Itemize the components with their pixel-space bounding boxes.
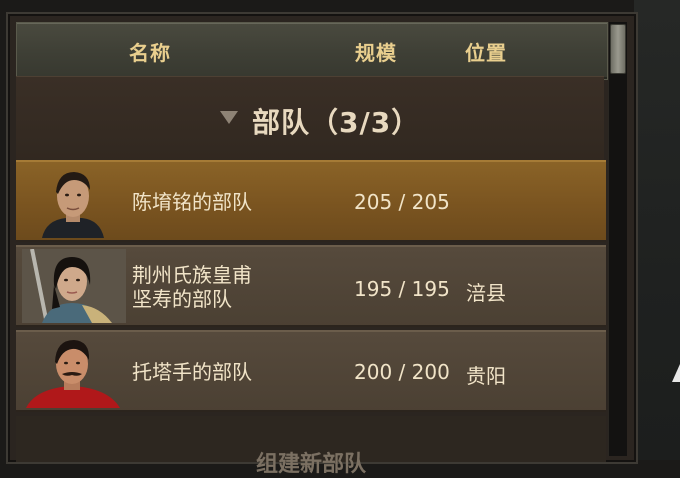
party-location: 贵阳 [466, 364, 506, 388]
column-header-size[interactable]: 规模 [355, 37, 397, 66]
party-row[interactable]: 陈堉铭的部队 205 / 205 [16, 160, 606, 242]
party-size: 205 / 205 [354, 190, 450, 214]
group-title: 部队（3/3） [252, 106, 421, 139]
background-right [634, 0, 680, 460]
party-name: 托塔手的部队 [132, 360, 252, 384]
portrait-woman-with-sword-icon [22, 249, 126, 323]
mouse-cursor-icon [672, 364, 680, 382]
column-header-bar: 名称 规模 位置 [16, 22, 608, 80]
party-group-header[interactable]: 部队（3/3） [16, 76, 604, 161]
party-size: 195 / 195 [354, 277, 450, 301]
party-location: 涪县 [466, 281, 506, 305]
portrait-mustache-man-red-cloak-icon [22, 334, 126, 408]
column-header-name[interactable]: 名称 [129, 37, 171, 66]
party-name: 荆州氏族皇甫 坚寿的部队 [132, 263, 252, 311]
party-size: 200 / 200 [354, 360, 450, 384]
create-party-button[interactable]: 组建新部队 [256, 446, 366, 478]
party-list-panel: 名称 规模 位置 部队（3/3） 陈堉铭的部队 205 / 205 荆州氏族皇甫… [6, 12, 638, 477]
collapse-triangle-icon[interactable] [220, 111, 238, 124]
column-header-location[interactable]: 位置 [465, 37, 507, 66]
party-row[interactable]: 托塔手的部队 200 / 200 贵阳 [16, 330, 606, 412]
portrait-dark-hair-man-icon [22, 164, 126, 238]
footer-area: 组建新部队 [16, 416, 606, 477]
scrollbar-track[interactable] [608, 22, 627, 456]
scrollbar-thumb[interactable] [610, 24, 626, 74]
party-row[interactable]: 荆州氏族皇甫 坚寿的部队 195 / 195 涪县 [16, 245, 606, 327]
party-name: 陈堉铭的部队 [132, 190, 252, 214]
